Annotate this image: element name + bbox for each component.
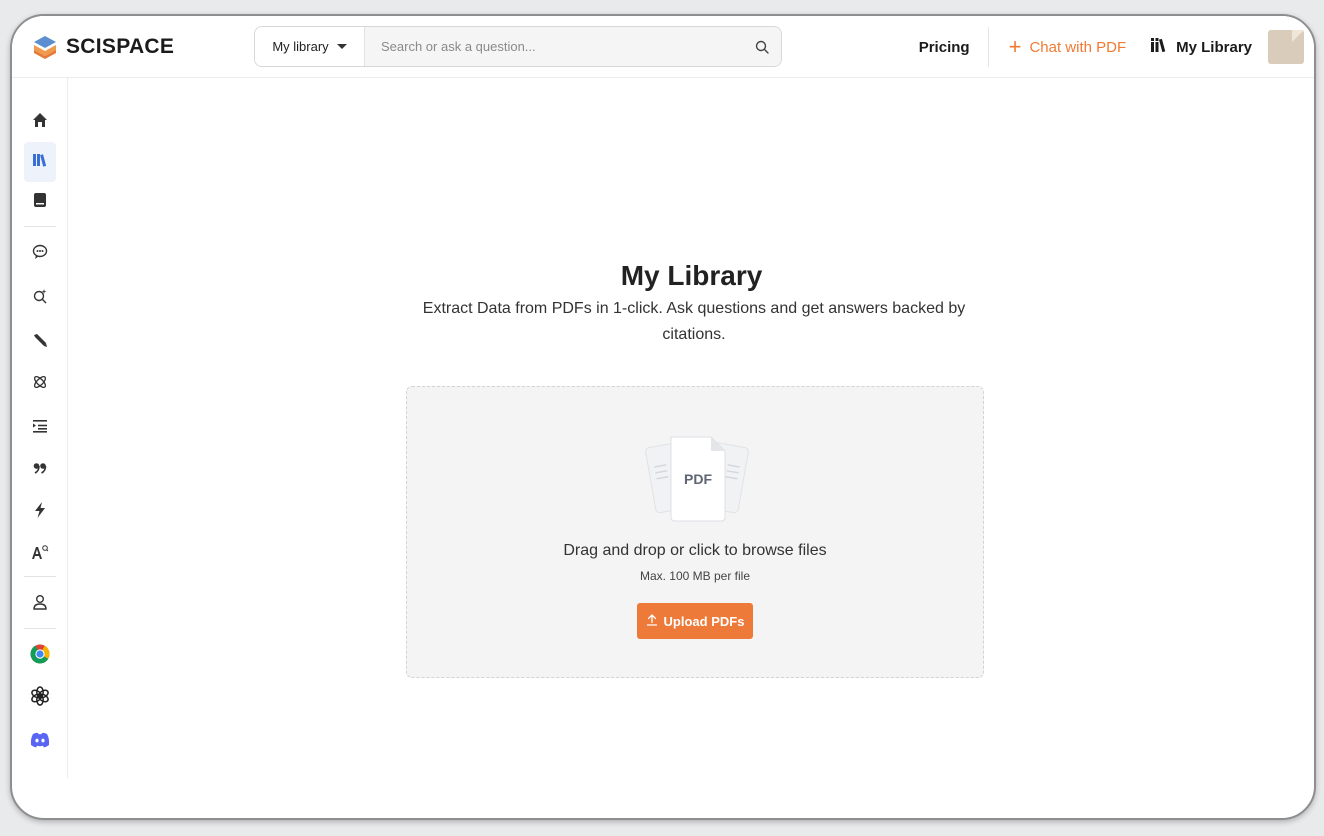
page-title: My Library [620,260,763,291]
pdf-file-label: PDF [684,471,712,487]
brand-name: SCISPACE [66,35,175,58]
outline-icon [32,418,48,438]
dropzone-size-limit: Max. 100 MB per file [639,569,751,583]
caret-down-icon [336,44,347,49]
sidebar-item-chat[interactable] [26,240,54,268]
user-icon [32,594,48,614]
chat-with-pdf-label: Chat with PDF [1029,38,1127,56]
chat-icon [32,244,48,264]
pricing-link[interactable]: Pricing [919,39,988,56]
sidebar-item-writer[interactable] [26,328,54,356]
quote-icon [32,460,48,480]
sidebar-item-library[interactable] [24,142,56,182]
sidebar-divider [24,576,56,577]
lightning-icon [33,502,47,522]
sidebar-divider [24,628,56,629]
sidebar-item-citation-generator[interactable] [26,456,54,484]
sidebar-item-profile[interactable] [26,590,54,618]
sidebar-item-discord[interactable] [26,728,54,756]
sidebar-divider [24,226,56,227]
sidebar-item-outline[interactable] [26,414,54,442]
upload-icon [646,613,658,629]
sidebar-item-literature-search[interactable] [26,284,54,312]
notebook-icon [33,192,47,212]
search-scope-label: My library [272,39,329,54]
upload-pdfs-label: Upload PDFs [663,613,745,629]
page-subtitle: Extract Data from PDFs in 1-click. Ask q… [422,300,966,343]
dropzone-instruction: Drag and drop or click to browse files [563,542,827,559]
sidebar-item-citation-network[interactable] [26,370,54,398]
my-library-label: My Library [1176,38,1252,56]
main-content: My Library Extract Data from PDFs in 1-c… [69,78,1314,818]
search-bar: My library [254,26,782,67]
sidebar-item-chatgpt-plugin[interactable] [26,684,54,712]
search-sparkle-icon [32,288,48,308]
sidebar-item-notebook[interactable] [26,188,54,216]
sidebar-item-ai-detector[interactable] [26,540,54,568]
home-icon [32,112,48,132]
sidebar-item-chrome-extension[interactable] [26,642,54,670]
avatar[interactable] [1268,30,1304,64]
ai-detector-icon [31,544,49,564]
plus-icon: + [1008,34,1022,59]
sidebar-item-home[interactable] [26,108,54,136]
chrome-icon [30,644,50,668]
openai-icon [30,686,50,710]
search-input[interactable] [381,39,743,54]
pen-icon [32,332,48,352]
left-sidebar [12,78,68,778]
search-field [365,27,781,66]
discord-icon [30,732,50,752]
sidebar-item-extract[interactable] [26,498,54,526]
app-window: SCISPACE My library Pricing + [10,14,1316,820]
scispace-logo-icon [32,34,58,60]
top-nav-links: Pricing + Chat with PDF My Library [919,16,1314,78]
top-navbar: SCISPACE My library Pricing + [12,16,1314,78]
brand-logo[interactable]: SCISPACE [32,34,174,60]
pdf-files-icon: PDF [635,433,759,530]
library-icon [32,152,48,172]
network-icon [32,374,48,394]
library-icon [1150,37,1168,57]
search-scope-dropdown[interactable]: My library [255,27,365,66]
upload-pdfs-button[interactable]: Upload PDFs [637,603,753,639]
my-library-link[interactable]: My Library [1150,37,1268,57]
search-icon[interactable] [743,40,781,54]
file-dropzone[interactable]: PDF Drag and drop or click to browse fil… [406,386,984,678]
chat-with-pdf-button[interactable]: + Chat with PDF [989,36,1151,58]
